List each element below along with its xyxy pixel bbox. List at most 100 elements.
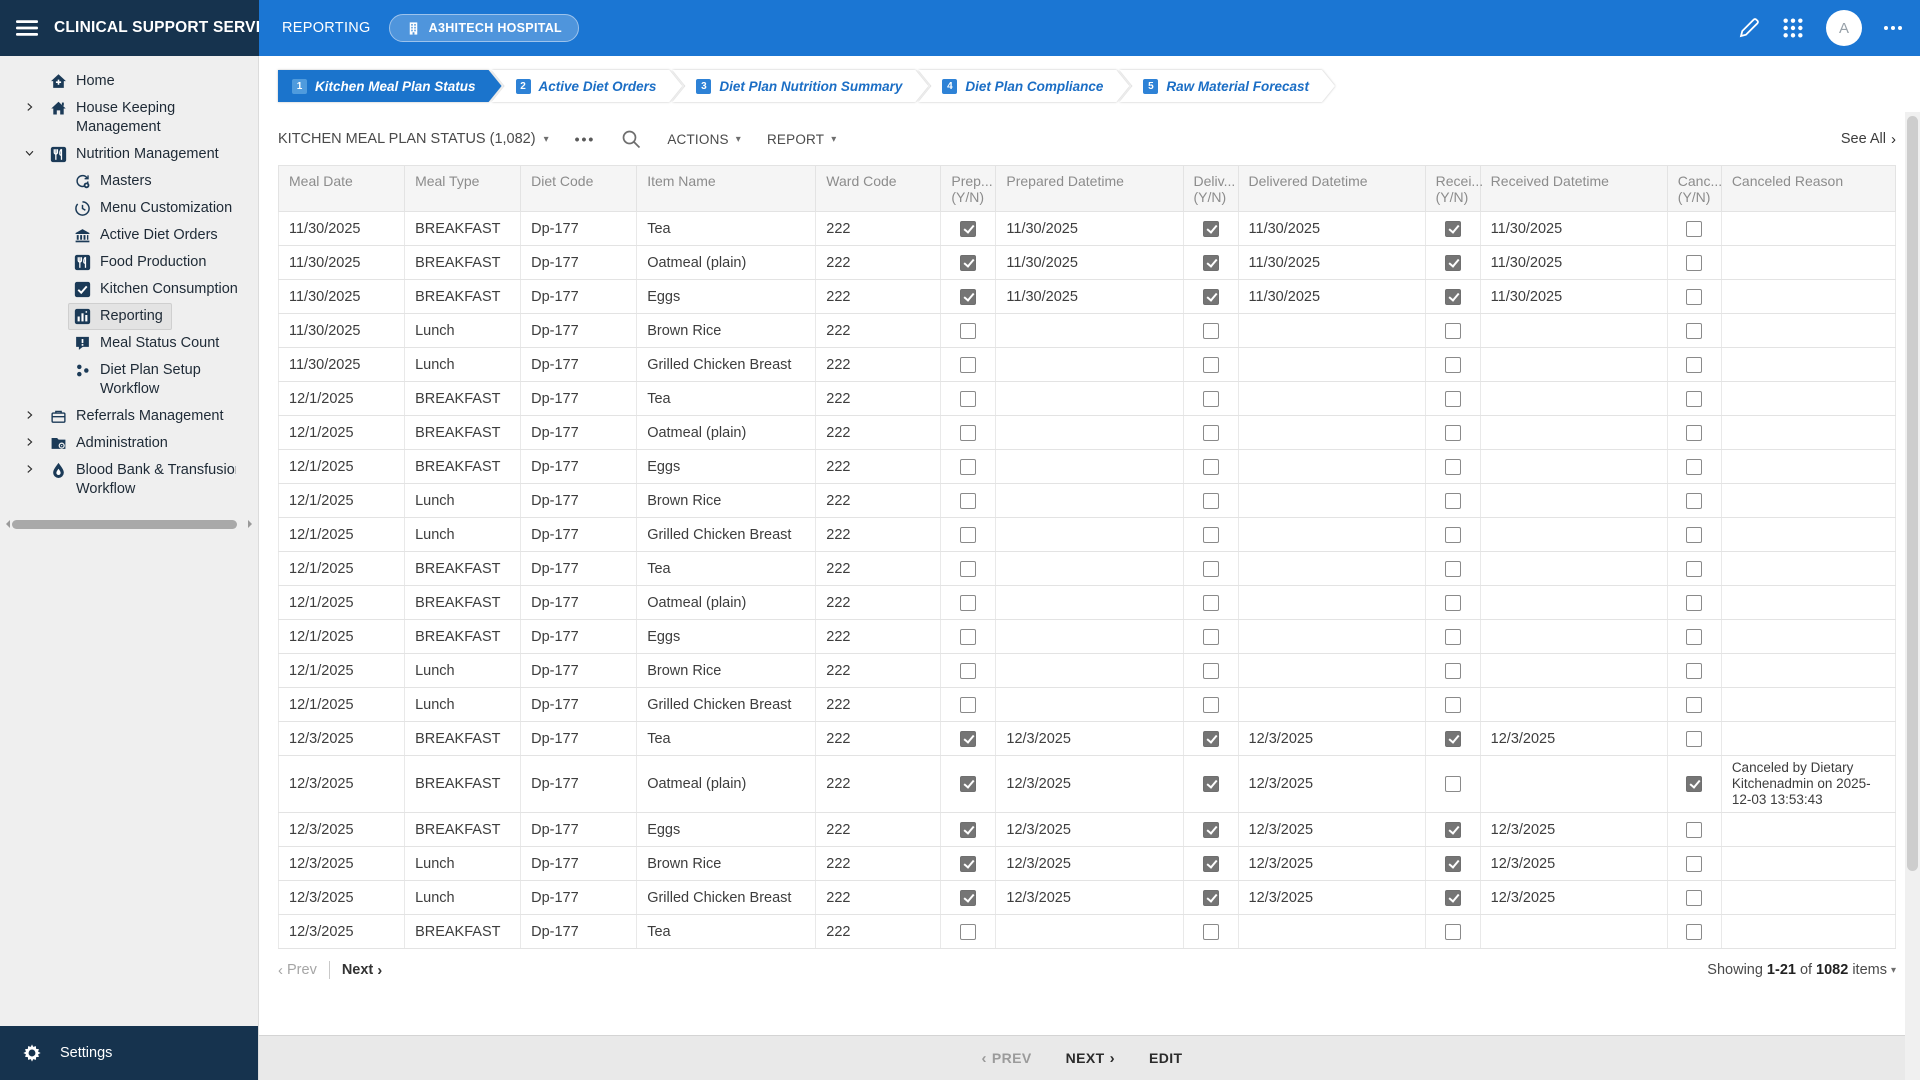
checkbox-checked[interactable] [960, 220, 977, 237]
checkbox-unchecked[interactable] [1686, 288, 1703, 305]
sidebar-item-referrals-management[interactable]: Referrals Management [0, 403, 258, 430]
checkbox-unchecked[interactable] [1444, 424, 1461, 441]
column-header-meal-type[interactable]: Meal Type [404, 165, 522, 212]
checkbox-unchecked[interactable] [960, 628, 977, 645]
checkbox-unchecked[interactable] [1686, 889, 1703, 906]
column-header-received-datetime[interactable]: Received Datetime [1480, 165, 1668, 212]
sidebar-item-administration[interactable]: Administration [0, 430, 258, 457]
tab-diet-plan-compliance[interactable]: 4 Diet Plan Compliance [918, 70, 1129, 102]
checkbox-unchecked[interactable] [1444, 526, 1461, 543]
checkbox-checked[interactable] [1444, 821, 1461, 838]
items-shown-dropdown[interactable]: Showing 1-21 of 1082 items ▾ [1707, 962, 1896, 978]
scroll-left-arrow-icon[interactable] [2, 520, 10, 528]
sidebar-item-menu-customization[interactable]: Menu Customization [0, 195, 258, 222]
column-header-prep[interactable]: Prep... (Y/N) [940, 165, 997, 212]
checkbox-checked[interactable] [1686, 776, 1703, 793]
column-header-ward-code[interactable]: Ward Code [815, 165, 942, 212]
checkbox-unchecked[interactable] [960, 662, 977, 679]
checkbox-unchecked[interactable] [1202, 560, 1219, 577]
table-row[interactable]: 12/1/2025 Lunch Dp-177 Grilled Chicken Brea… [277, 517, 1897, 552]
actions-dropdown[interactable]: ACTIONS ▾ [667, 132, 741, 147]
table-row[interactable]: 12/3/2025 BREAKFAST Dp-177 Oatmeal (plain) 2… [277, 755, 1897, 813]
checkbox-checked[interactable] [960, 288, 977, 305]
checkbox-unchecked[interactable] [1686, 662, 1703, 679]
tab-kitchen-meal-plan-status[interactable]: 1 Kitchen Meal Plan Status [278, 70, 502, 102]
checkbox-checked[interactable] [1444, 730, 1461, 747]
checkbox-unchecked[interactable] [1444, 492, 1461, 509]
checkbox-checked[interactable] [1444, 254, 1461, 271]
column-header-delivered-datetime[interactable]: Delivered Datetime [1238, 165, 1426, 212]
checkbox-unchecked[interactable] [1686, 458, 1703, 475]
checkbox-unchecked[interactable] [1202, 458, 1219, 475]
sidebar-item-house-keeping-management[interactable]: House Keeping Management [0, 95, 258, 141]
table-row[interactable]: 12/1/2025 Lunch Dp-177 Grilled Chicken Brea… [277, 687, 1897, 722]
sidebar-item-blood-bank-transfusion-services[interactable]: Blood Bank & Transfusion ServicesWorkflo… [0, 457, 258, 503]
column-header-meal-date[interactable]: Meal Date [277, 165, 406, 212]
scroll-right-arrow-icon[interactable] [248, 520, 256, 528]
checkbox-checked[interactable] [960, 855, 977, 872]
checkbox-unchecked[interactable] [1444, 628, 1461, 645]
tab-diet-plan-nutrition-summary[interactable]: 3 Diet Plan Nutrition Summary [672, 70, 928, 102]
checkbox-unchecked[interactable] [1444, 322, 1461, 339]
checkbox-checked[interactable] [1202, 889, 1219, 906]
checkbox-unchecked[interactable] [960, 492, 977, 509]
checkbox-unchecked[interactable] [1202, 594, 1219, 611]
checkbox-checked[interactable] [1444, 220, 1461, 237]
more-options-icon[interactable] [1884, 26, 1902, 30]
sidebar-item-masters[interactable]: Masters [0, 168, 258, 195]
table-row[interactable]: 11/30/2025 BREAKFAST Dp-177 Tea 222 11/30/202… [277, 211, 1897, 246]
checkbox-checked[interactable] [1444, 889, 1461, 906]
checkbox-checked[interactable] [1202, 220, 1219, 237]
sidebar-item-food-production[interactable]: Food Production [0, 249, 258, 276]
table-row[interactable]: 12/1/2025 BREAKFAST Dp-177 Eggs 222 [277, 449, 1897, 484]
scrollbar-thumb[interactable] [1907, 116, 1918, 872]
checkbox-unchecked[interactable] [1202, 923, 1219, 940]
table-row[interactable]: 12/3/2025 Lunch Dp-177 Grilled Chicken Brea… [277, 880, 1897, 915]
table-row[interactable]: 12/1/2025 BREAKFAST Dp-177 Oatmeal (plain) 2… [277, 585, 1897, 620]
checkbox-unchecked[interactable] [960, 322, 977, 339]
see-all-link[interactable]: See All › [1841, 131, 1896, 148]
checkbox-checked[interactable] [960, 889, 977, 906]
more-actions-button[interactable]: ••• [575, 131, 596, 147]
prev-page-button[interactable]: ‹ Prev [278, 962, 317, 979]
vertical-scrollbar[interactable] [1905, 112, 1920, 1080]
checkbox-unchecked[interactable] [1202, 356, 1219, 373]
checkbox-checked[interactable] [960, 254, 977, 271]
checkbox-unchecked[interactable] [1444, 776, 1461, 793]
checkbox-unchecked[interactable] [1686, 526, 1703, 543]
checkbox-checked[interactable] [960, 776, 977, 793]
checkbox-unchecked[interactable] [960, 594, 977, 611]
report-dropdown[interactable]: REPORT ▾ [767, 132, 836, 147]
checkbox-unchecked[interactable] [960, 356, 977, 373]
table-row[interactable]: 12/3/2025 BREAKFAST Dp-177 Tea 222 12/3/2025 1… [277, 721, 1897, 756]
column-header-recei[interactable]: Recei... (Y/N) [1425, 165, 1483, 212]
checkbox-unchecked[interactable] [1202, 628, 1219, 645]
table-row[interactable]: 12/3/2025 BREAKFAST Dp-177 Tea 222 [277, 914, 1897, 949]
checkbox-unchecked[interactable] [1686, 322, 1703, 339]
next-page-button[interactable]: Next › [342, 962, 382, 979]
table-row[interactable]: 12/1/2025 Lunch Dp-177 Brown Rice 222 [277, 653, 1897, 688]
checkbox-unchecked[interactable] [960, 560, 977, 577]
footer-prev-button[interactable]: ‹ PREV [982, 1050, 1032, 1067]
column-header-diet-code[interactable]: Diet Code [520, 165, 638, 212]
checkbox-unchecked[interactable] [1444, 662, 1461, 679]
checkbox-unchecked[interactable] [960, 424, 977, 441]
checkbox-unchecked[interactable] [1686, 220, 1703, 237]
checkbox-unchecked[interactable] [1686, 560, 1703, 577]
edit-pencil-icon[interactable] [1738, 17, 1760, 39]
checkbox-checked[interactable] [960, 730, 977, 747]
checkbox-unchecked[interactable] [1202, 492, 1219, 509]
sidebar-item-home[interactable]: Home [0, 68, 258, 95]
checkbox-checked[interactable] [1202, 288, 1219, 305]
checkbox-unchecked[interactable] [1444, 390, 1461, 407]
checkbox-unchecked[interactable] [960, 390, 977, 407]
sidebar-item-kitchen-consumption[interactable]: Kitchen Consumption [0, 276, 258, 303]
checkbox-unchecked[interactable] [1202, 322, 1219, 339]
checkbox-unchecked[interactable] [1202, 662, 1219, 679]
avatar[interactable]: A [1826, 10, 1862, 46]
checkbox-unchecked[interactable] [1686, 628, 1703, 645]
checkbox-unchecked[interactable] [1444, 356, 1461, 373]
checkbox-unchecked[interactable] [1686, 356, 1703, 373]
checkbox-unchecked[interactable] [1686, 492, 1703, 509]
checkbox-unchecked[interactable] [1686, 390, 1703, 407]
